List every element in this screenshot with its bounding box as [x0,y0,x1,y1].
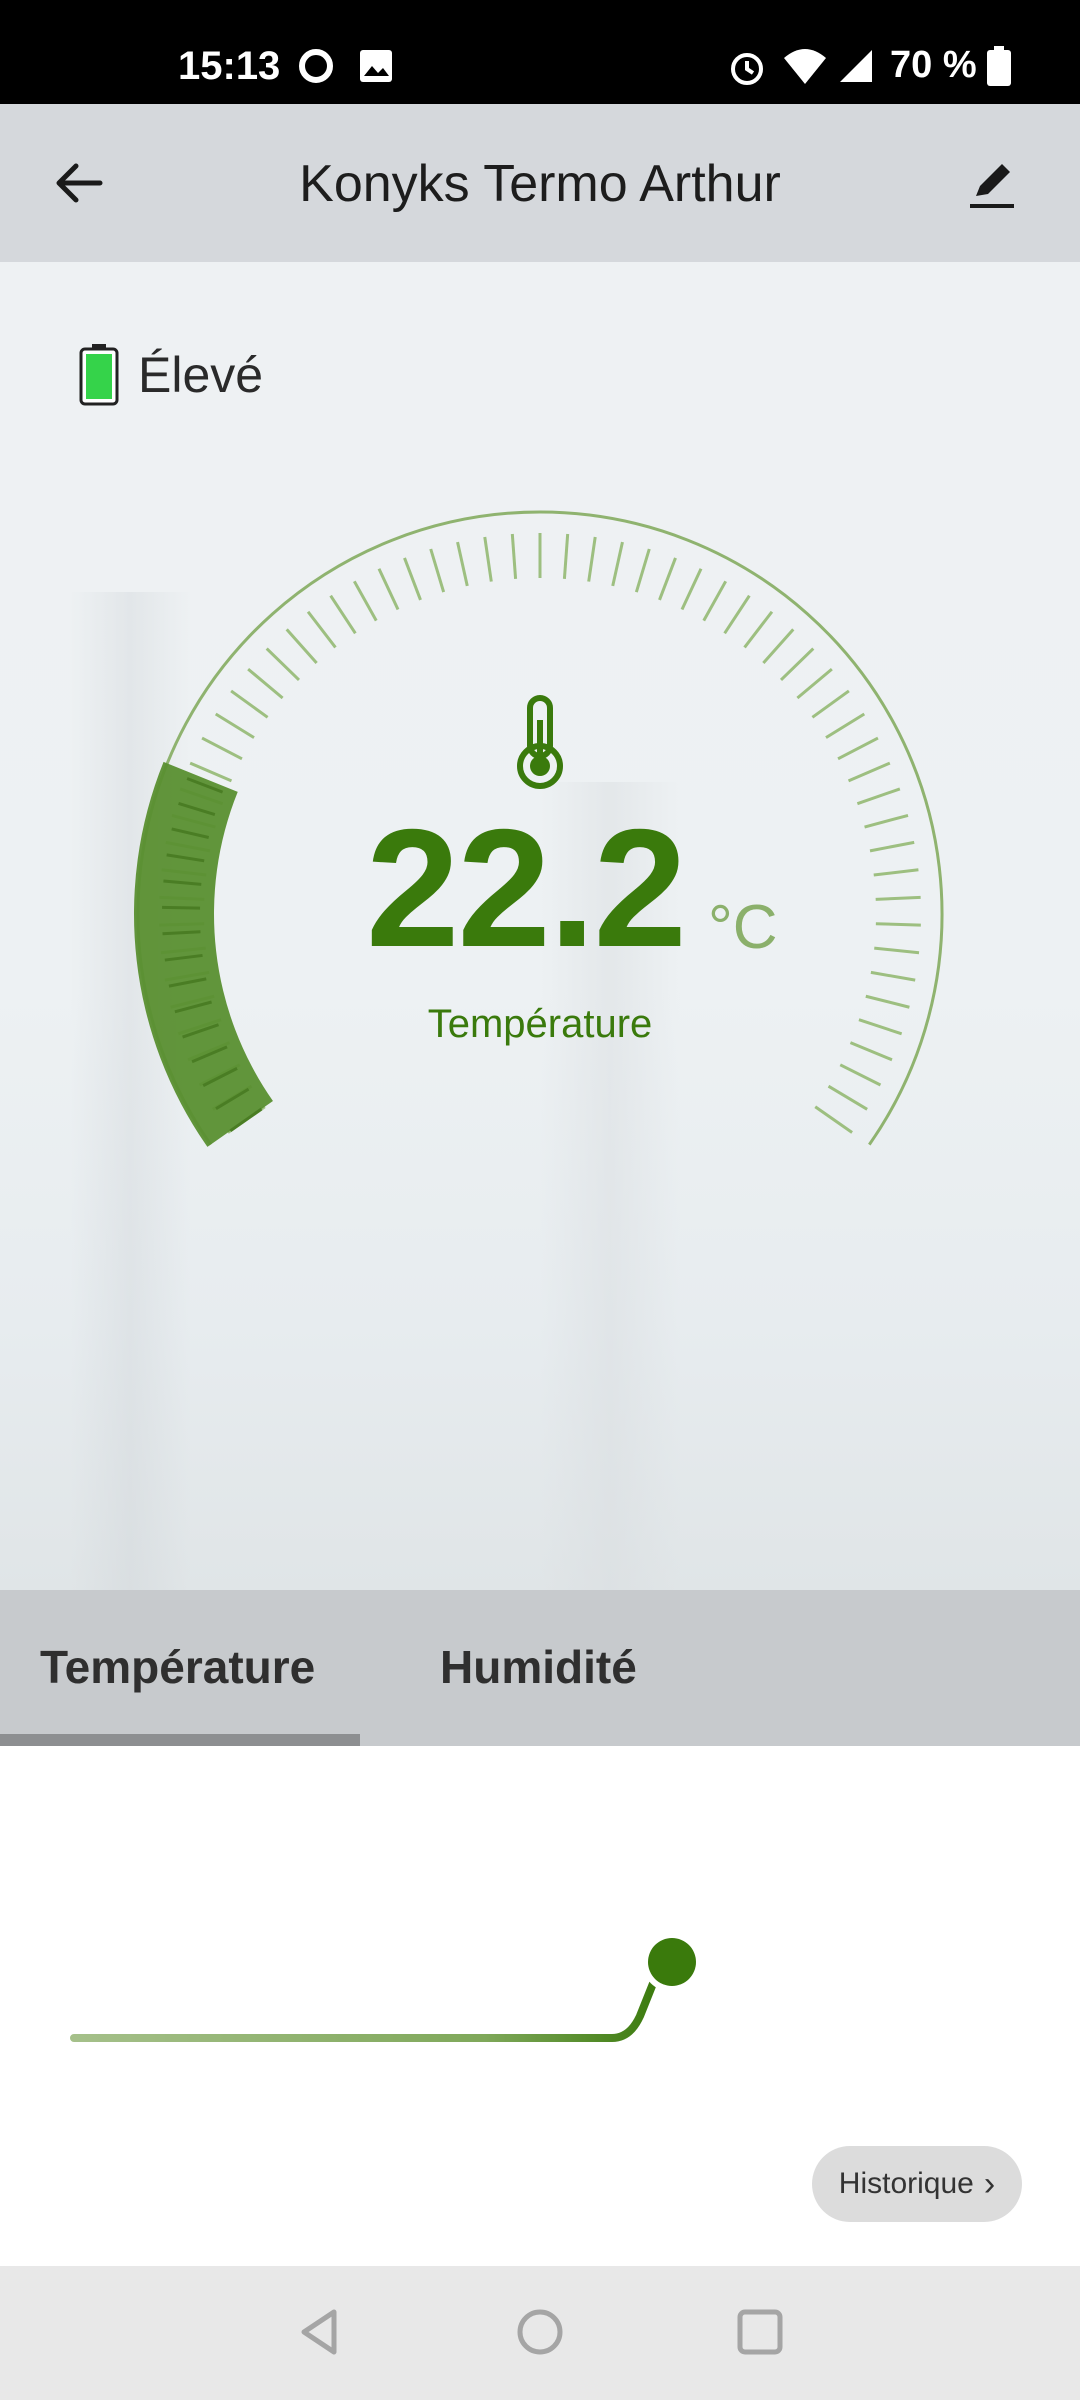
image-icon [360,50,392,82]
gauge-tick [230,689,269,719]
page-title: Konyks Termo Arthur [299,155,781,213]
gauge-tick [247,667,284,700]
gauge-tick [329,594,357,635]
metric-tabs: Température Humidité [0,1590,1080,1746]
gauge-fill-tick [162,905,201,910]
tab-indicator [0,1734,360,1746]
gauge-tick [847,761,891,783]
gauge-tick [353,580,378,622]
history-button[interactable]: Historique › [812,2146,1022,2222]
gauge-tick [856,787,901,806]
gauge-tick [201,736,243,761]
gauge-tick [214,712,255,739]
gauge-tick [634,548,651,593]
gauge-tick [873,868,919,877]
gauge-tick [825,712,866,739]
gauge-fill [134,761,273,1147]
temperature-value: 22.2 [366,794,687,982]
gauge-tick [874,946,920,955]
gauge-tick [869,840,915,853]
gauge-tick [483,536,493,582]
gauge-tick [403,557,422,601]
circle-home-icon[interactable] [510,2302,570,2362]
chevron-right-icon: › [983,2164,996,2203]
gauge-tick [864,813,909,829]
signal-icon [840,50,872,82]
triangle-back-icon[interactable] [290,2302,350,2362]
gauge-tick [827,1084,868,1111]
gauge-tick [510,533,518,579]
gauge-tick [811,689,850,719]
pencil-icon[interactable] [958,148,1028,218]
gauge-tick [814,1105,853,1134]
temperature-unit: °C [708,893,778,962]
app-bar: Konyks Termo Arthur [0,104,1080,262]
gauge-tick [587,536,597,582]
battery-percentage: 70 % [890,44,977,86]
alarm-icon [731,53,763,85]
tab-temperature[interactable]: Température [40,1640,315,1694]
gauge-tick [680,568,703,611]
gauge-tick [702,580,727,622]
gauge-tick [762,628,795,664]
history-label: Historique [838,2167,974,2200]
gauge-tick [285,628,318,664]
status-bar: 15:13 70 % [0,0,1080,104]
gauge-tick [870,970,916,982]
gauge-tick [265,647,301,681]
gauge-tick [658,557,677,601]
gauge-tick [839,1063,882,1087]
gauge-tick [779,647,815,681]
gauge-tick [875,922,921,927]
temperature-label: Température [427,1002,653,1046]
gauge-tick [723,594,751,635]
trend-panel: Historique › [0,1746,1080,2266]
gauge-tick [743,610,774,649]
status-time: 15:13 [178,44,281,88]
gauge-fill-tick [162,930,201,936]
gauge-tick [377,568,400,611]
gauge-tick [796,667,833,700]
gauge-tick [611,541,624,587]
status-battery-icon [987,46,1011,86]
square-recents-icon[interactable] [730,2302,790,2362]
sync-icon [299,49,333,83]
thermometer-icon [517,695,563,789]
gauge-tick [837,736,879,761]
gauge-panel: Élevé 22.2 °C Température [0,262,1080,1590]
gauge-tick [875,895,921,901]
gauge-tick [456,541,469,587]
gauge-tick [306,610,337,649]
system-nav-bar [0,2266,1080,2400]
gauge-tick [562,533,570,579]
trend-point-marker [648,1938,696,1986]
wifi-icon [784,49,826,84]
tab-humidity[interactable]: Humidité [440,1640,637,1694]
gauge-tick [429,548,446,593]
